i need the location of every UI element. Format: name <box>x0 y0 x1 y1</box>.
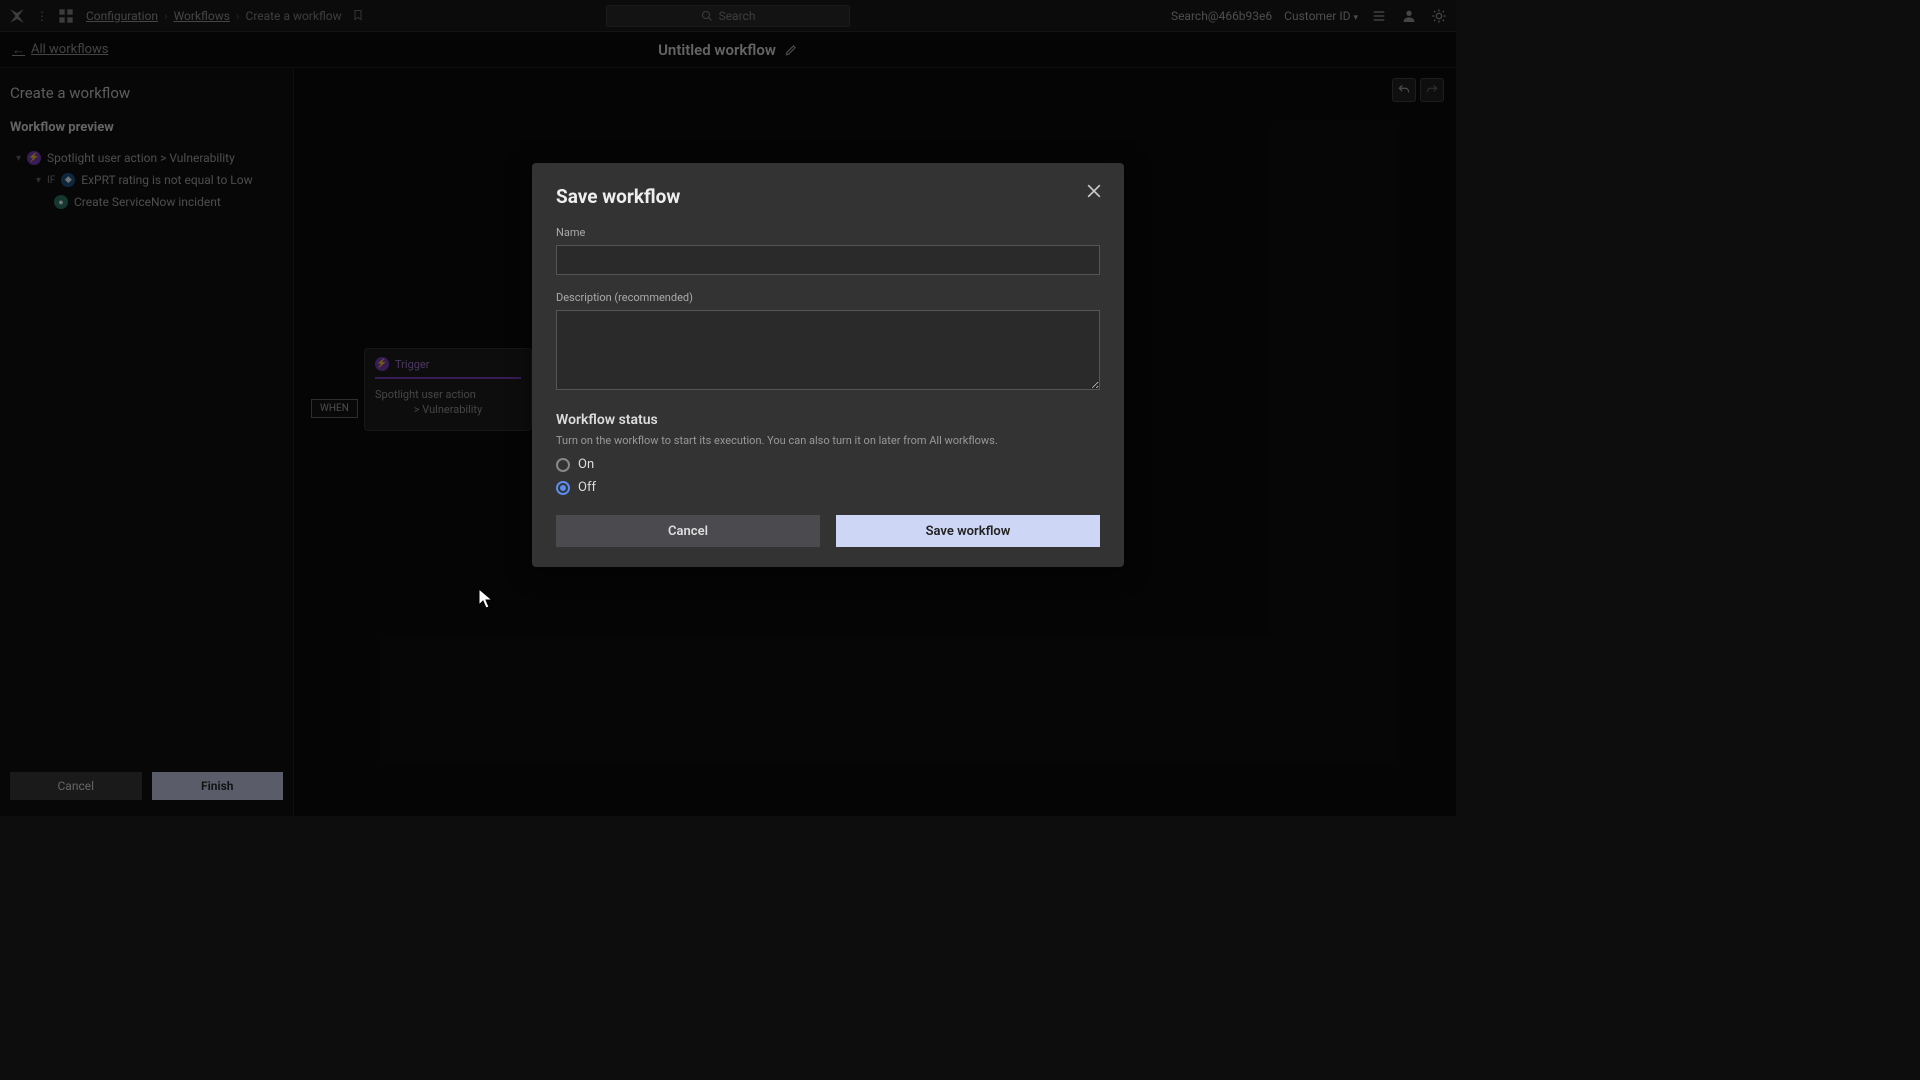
radio-icon <box>556 481 570 495</box>
modal-title: Save workflow <box>556 185 1100 208</box>
workflow-status-hint: Turn on the workflow to start its execut… <box>556 434 1100 447</box>
description-label: Description (recommended) <box>556 291 1100 304</box>
modal-save-button[interactable]: Save workflow <box>836 515 1100 547</box>
workflow-status-title: Workflow status <box>556 412 1100 428</box>
description-input[interactable] <box>556 310 1100 390</box>
name-input[interactable] <box>556 245 1100 275</box>
save-workflow-modal: Save workflow Name Description (recommen… <box>532 163 1124 567</box>
radio-icon <box>556 458 570 472</box>
name-label: Name <box>556 226 1100 239</box>
close-icon[interactable] <box>1080 177 1108 205</box>
modal-cancel-button[interactable]: Cancel <box>556 515 820 547</box>
radio-on[interactable]: On <box>556 457 1100 472</box>
radio-off[interactable]: Off <box>556 480 1100 495</box>
